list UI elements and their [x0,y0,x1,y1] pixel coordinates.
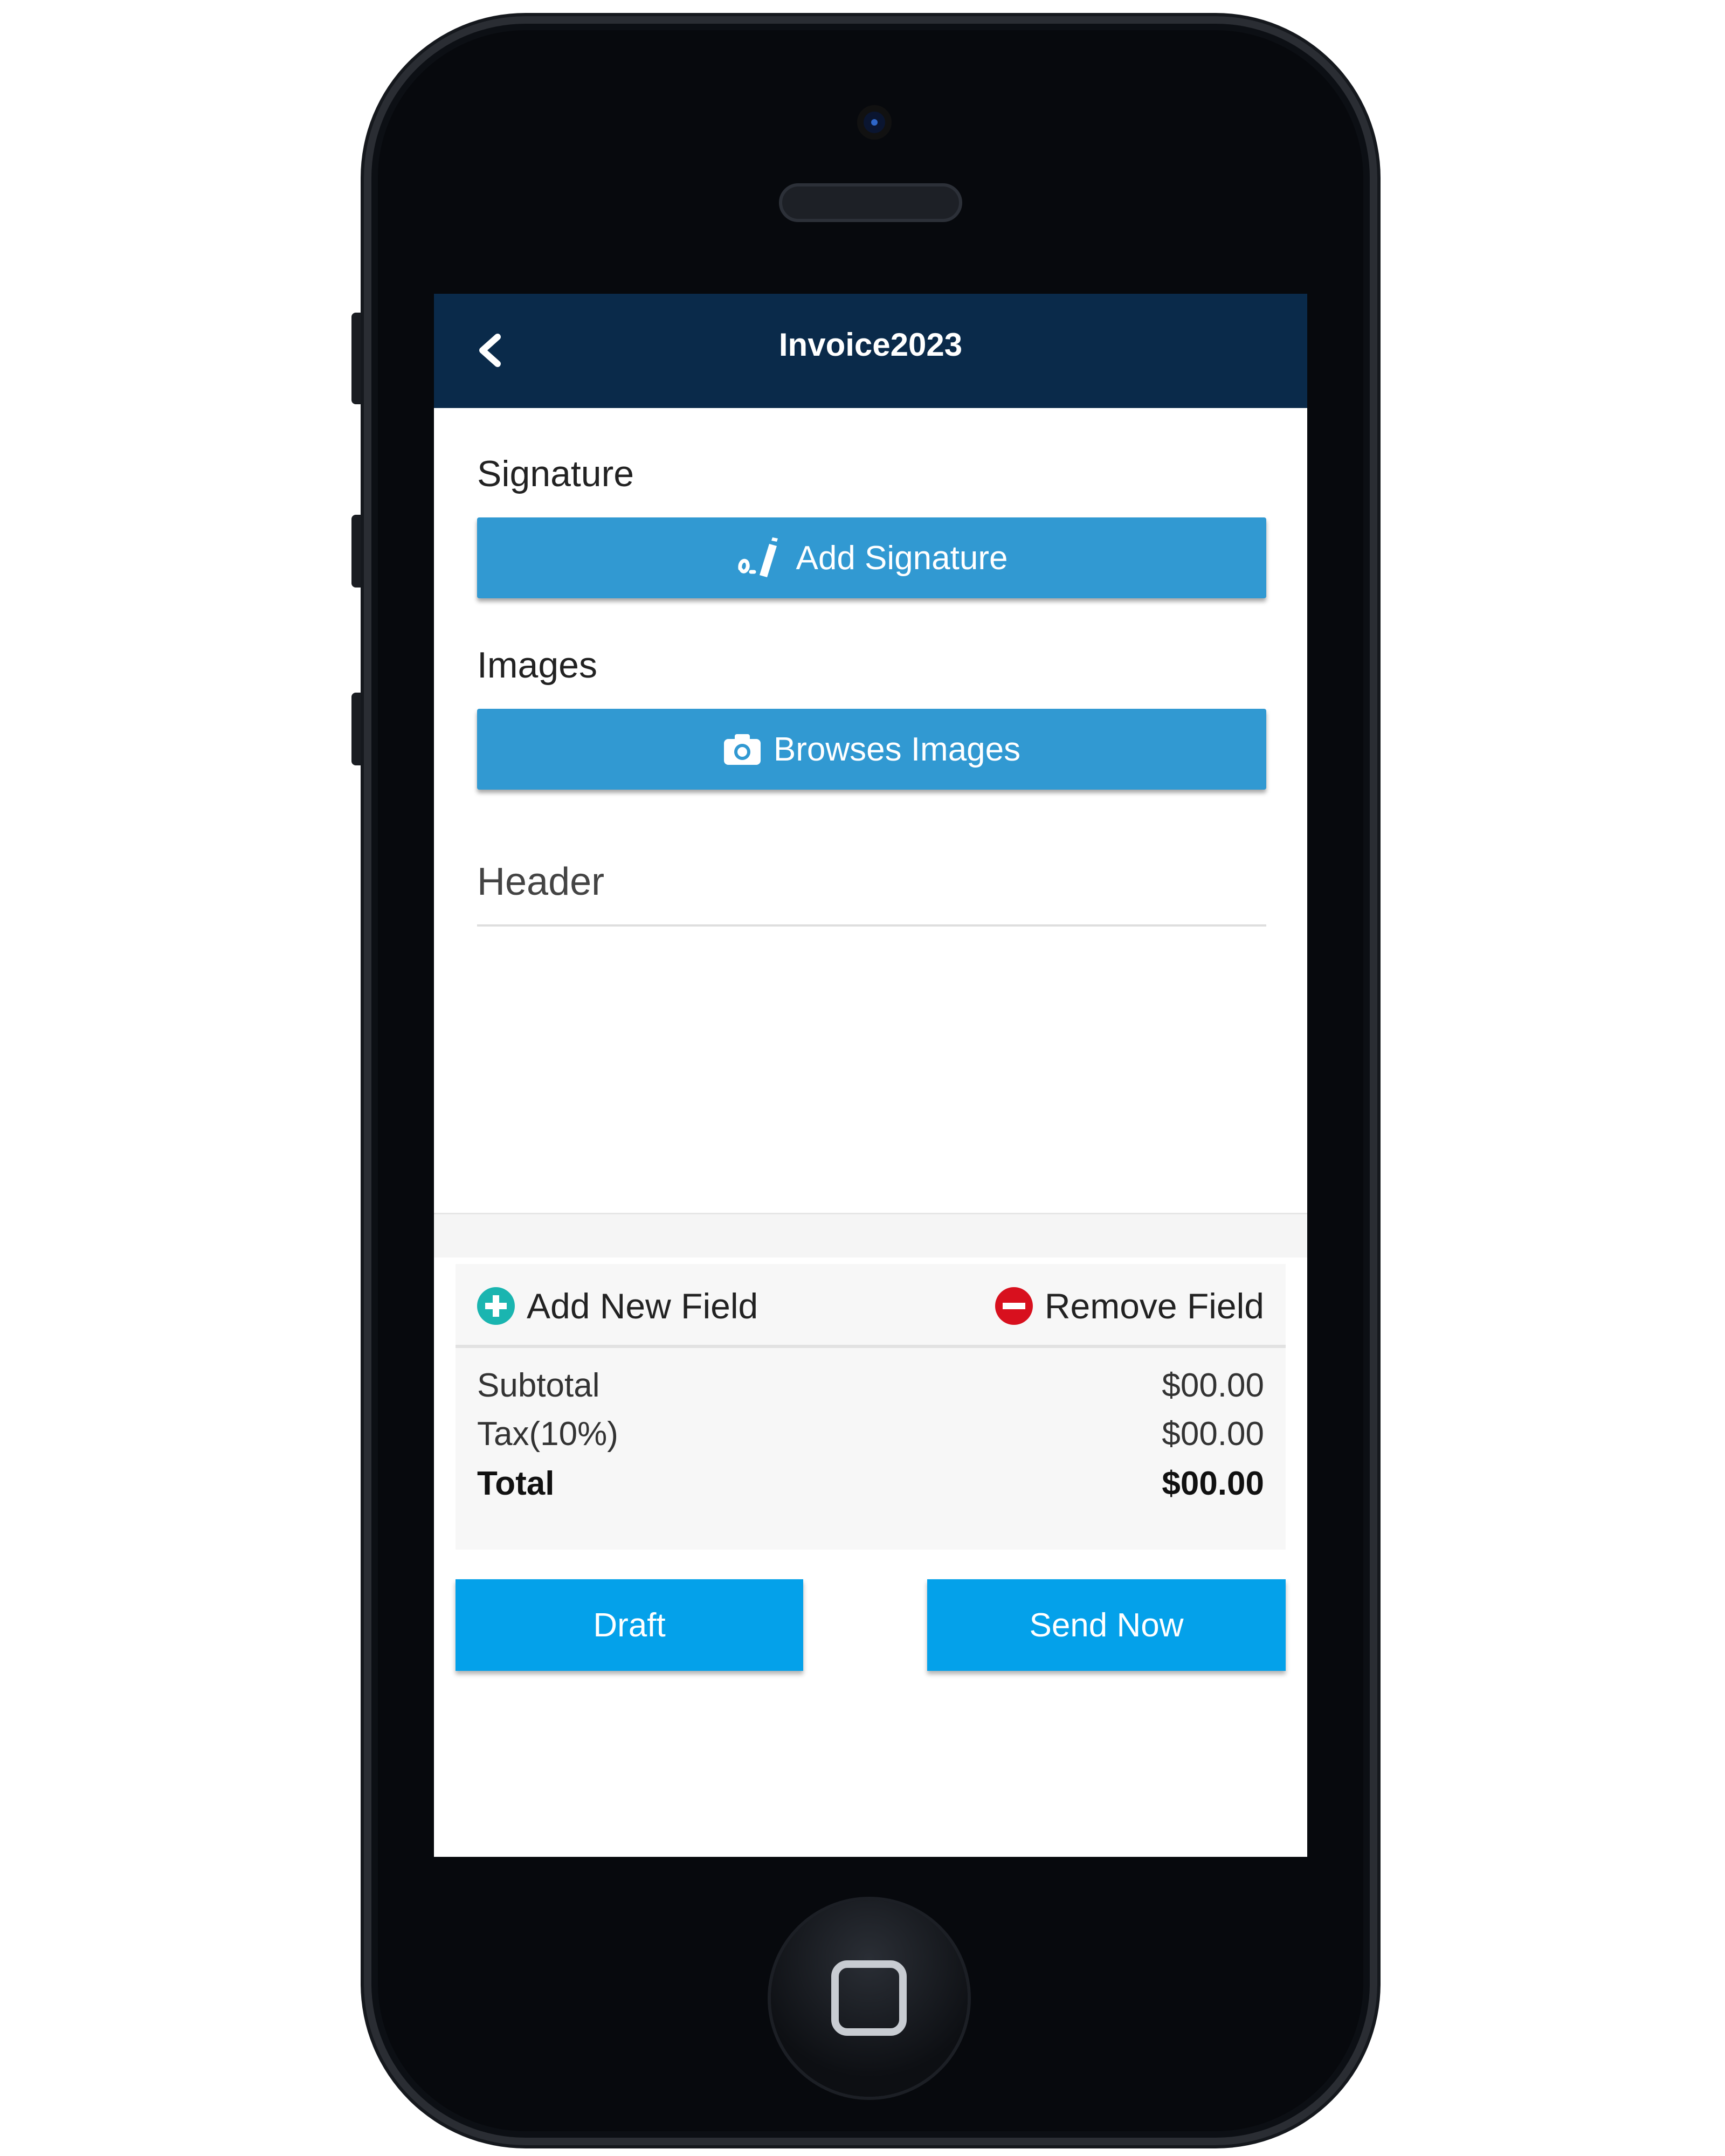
add-signature-button[interactable]: Add Signature [477,517,1266,598]
app-screen: Invoice2023 Signature Add Signature Imag… [434,294,1307,1857]
browse-images-label: Browses Images [773,730,1021,768]
add-new-field-label: Add New Field [527,1286,758,1326]
page-title: Invoice2023 [778,327,963,363]
browse-images-button[interactable]: Browses Images [477,709,1266,790]
send-now-button[interactable]: Send Now [927,1579,1286,1671]
camera-icon [723,734,761,765]
signature-icon [737,537,778,577]
total-value: $00.00 [1162,1465,1264,1502]
earpiece-speaker [779,183,962,222]
remove-field-button[interactable]: Remove Field [995,1286,1264,1326]
field-actions-row: Add New Field Remove Field [456,1264,1286,1348]
tax-row: Tax(10%) $00.00 [477,1415,1264,1453]
images-label: Images [477,645,597,686]
total-row: Total $00.00 [477,1464,1264,1503]
totals-panel: Add New Field Remove Field Subtotal $00.… [456,1264,1286,1550]
home-button[interactable] [771,1900,968,2097]
signature-label: Signature [477,453,634,494]
header-field-value: Header [477,860,605,903]
minus-circle-icon [995,1287,1033,1325]
add-new-field-button[interactable]: Add New Field [477,1286,758,1326]
subtotal-value: $00.00 [1162,1367,1264,1404]
add-signature-label: Add Signature [796,539,1008,577]
section-divider [434,1213,1307,1257]
subtotal-label: Subtotal [477,1367,600,1404]
home-button-icon [831,1960,907,2036]
front-camera [857,105,892,140]
app-header: Invoice2023 [434,294,1307,408]
tax-label: Tax(10%) [477,1415,618,1453]
draft-button[interactable]: Draft [456,1579,803,1671]
remove-field-label: Remove Field [1044,1286,1264,1326]
plus-circle-icon [477,1287,515,1325]
total-label: Total [477,1465,555,1502]
tax-value: $00.00 [1162,1415,1264,1453]
header-field[interactable]: Header [477,844,1266,927]
subtotal-row: Subtotal $00.00 [477,1366,1264,1405]
